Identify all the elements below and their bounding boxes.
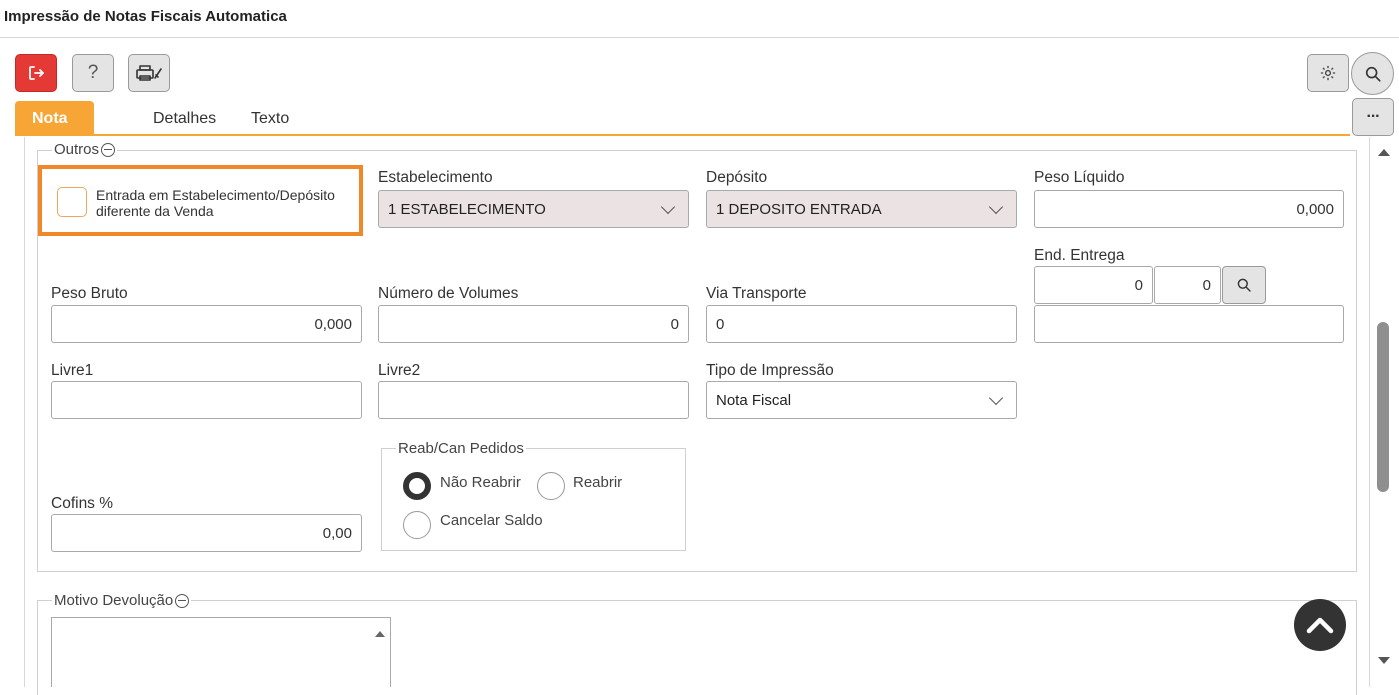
search-button[interactable] — [1351, 52, 1394, 95]
search-icon — [1237, 278, 1251, 292]
tab-detalhes[interactable]: Detalhes — [153, 101, 216, 135]
cofins-label: Cofins % — [51, 495, 114, 512]
diferente-venda-checkbox[interactable] — [57, 187, 87, 217]
tipo-impressao-label: Tipo de Impressão — [706, 362, 834, 379]
scroll-thumb[interactable] — [1377, 322, 1389, 492]
end-entrega-label: End. Entrega — [1034, 247, 1125, 264]
exit-button[interactable] — [15, 54, 57, 92]
chevron-down-icon — [988, 390, 1004, 405]
exit-icon — [29, 66, 44, 80]
peso-liquido-input[interactable]: 0,000 — [1034, 190, 1344, 228]
livre2-input[interactable] — [378, 381, 689, 419]
radio-nao-reabrir-label: Não Reabrir — [440, 474, 521, 491]
reab-can-legend: Reab/Can Pedidos — [396, 440, 526, 457]
collapse-icon[interactable] — [175, 593, 190, 608]
livre1-input[interactable] — [51, 381, 362, 419]
peso-bruto-label: Peso Bruto — [51, 285, 128, 302]
scroll-down-icon[interactable] — [1378, 657, 1390, 664]
motivo-legend: Motivo Devolução — [52, 592, 192, 609]
chevron-down-icon — [660, 199, 676, 214]
collapse-icon[interactable] — [101, 142, 116, 157]
tab-nota-fiscal[interactable]: Nota Fiscal — [15, 101, 95, 163]
settings-button[interactable] — [1307, 54, 1349, 92]
tipo-impressao-select[interactable]: Nota Fiscal — [706, 381, 1017, 419]
estabelecimento-select[interactable]: 1 ESTABELECIMENTO — [378, 190, 689, 228]
radio-nao-reabrir[interactable] — [403, 472, 431, 500]
numero-volumes-input[interactable]: 0 — [378, 305, 689, 343]
printer-icon — [136, 65, 162, 81]
deposito-value: 1 DEPOSITO ENTRADA — [716, 200, 882, 218]
livre2-label: Livre2 — [378, 362, 421, 379]
estabelecimento-value: 1 ESTABELECIMENTO — [388, 200, 546, 218]
tab-texto[interactable]: Texto — [251, 101, 289, 135]
gear-icon — [1320, 65, 1336, 81]
via-transporte-label: Via Transporte — [706, 285, 807, 302]
motivo-textarea[interactable] — [51, 617, 391, 687]
tab-underline — [15, 134, 1350, 136]
numero-volumes-label: Número de Volumes — [378, 285, 519, 302]
radio-reabrir-label: Reabrir — [573, 474, 623, 491]
diferente-venda-label: Entrada em Estabelecimento/Depósito dife… — [96, 187, 335, 219]
tipo-impressao-value: Nota Fiscal — [716, 391, 792, 409]
estabelecimento-label: Estabelecimento — [378, 169, 493, 186]
help-icon: ? — [87, 62, 99, 83]
search-icon — [1365, 66, 1381, 82]
outros-legend-label: Outros — [54, 141, 100, 158]
peso-bruto-input[interactable]: 0,000 — [51, 305, 362, 343]
chevron-down-icon — [988, 199, 1004, 214]
title-bar: Impressão de Notas Fiscais Automatica — [0, 0, 1399, 38]
end-entrega-search-button[interactable] — [1222, 266, 1266, 304]
end-entrega-description-input[interactable] — [1034, 305, 1344, 343]
motivo-legend-label: Motivo Devolução — [54, 592, 174, 609]
scroll-up-icon[interactable] — [1378, 149, 1390, 156]
livre1-label: Livre1 — [51, 362, 94, 379]
deposito-select[interactable]: 1 DEPOSITO ENTRADA — [706, 190, 1017, 228]
cofins-input[interactable]: 0,00 — [51, 514, 362, 552]
textarea-scroll-up-icon[interactable] — [375, 631, 385, 637]
help-button[interactable]: ? — [72, 54, 114, 92]
via-transporte-input[interactable]: 0 — [706, 305, 1017, 343]
end-entrega-seq-input[interactable]: 0 — [1154, 266, 1221, 304]
peso-liquido-label: Peso Líquido — [1034, 169, 1125, 186]
vertical-scrollbar[interactable] — [1372, 137, 1396, 677]
print-button[interactable] — [128, 54, 170, 92]
radio-cancelar-saldo-label: Cancelar Saldo — [440, 512, 543, 529]
radio-cancelar-saldo[interactable] — [403, 511, 431, 539]
end-entrega-code-input[interactable]: 0 — [1034, 266, 1153, 304]
scroll-to-top-button[interactable] — [1294, 599, 1346, 651]
radio-reabrir[interactable] — [537, 472, 565, 500]
reab-can-fieldset — [381, 448, 686, 551]
window-title: Impressão de Notas Fiscais Automatica — [4, 8, 287, 25]
deposito-label: Depósito — [706, 169, 768, 186]
more-options-button[interactable]: ··· — [1352, 98, 1394, 136]
chevron-up-icon — [1306, 617, 1334, 634]
more-icon: ··· — [1366, 108, 1381, 125]
outros-legend: Outros — [52, 141, 118, 158]
